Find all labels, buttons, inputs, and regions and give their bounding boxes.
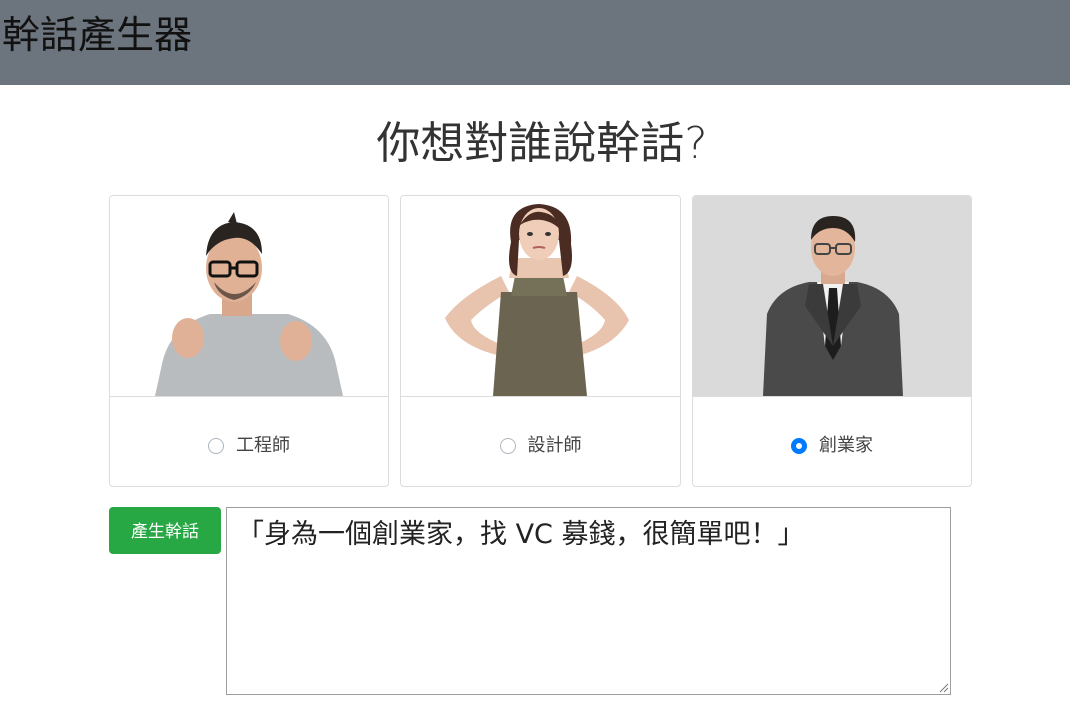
radio-designer[interactable] (499, 438, 516, 454)
page-heading: 你想對誰說幹話? (376, 118, 708, 169)
option-row-engineer[interactable]: 工程師 (110, 434, 388, 458)
designer-photo (401, 196, 680, 397)
option-label-entrepreneur[interactable]: 創業家 (819, 434, 873, 458)
generate-button[interactable]: 產生幹話 (109, 507, 221, 554)
output-textarea[interactable]: 「身為一個創業家，找 VC 募錢，很簡單吧！」 (226, 507, 951, 695)
option-label-engineer[interactable]: 工程師 (236, 434, 290, 458)
engineer-photo (110, 196, 388, 397)
resize-grip-icon[interactable] (939, 683, 949, 693)
option-card-engineer[interactable]: 工程師 (109, 195, 389, 487)
option-card-designer[interactable]: 設計師 (400, 195, 681, 487)
entrepreneur-photo (693, 196, 971, 397)
output-text: 「身為一個創業家，找 VC 募錢，很簡單吧！」 (237, 519, 805, 550)
navbar: 幹話產生器 (0, 0, 1070, 85)
option-card-entrepreneur[interactable]: 創業家 (692, 195, 972, 487)
option-row-designer[interactable]: 設計師 (401, 434, 680, 458)
brand-title[interactable]: 幹話產生器 (2, 12, 192, 58)
radio-entrepreneur[interactable] (791, 438, 807, 454)
radio-engineer[interactable] (208, 438, 224, 454)
option-row-entrepreneur[interactable]: 創業家 (693, 434, 971, 458)
option-label-designer[interactable]: 設計師 (528, 434, 582, 458)
